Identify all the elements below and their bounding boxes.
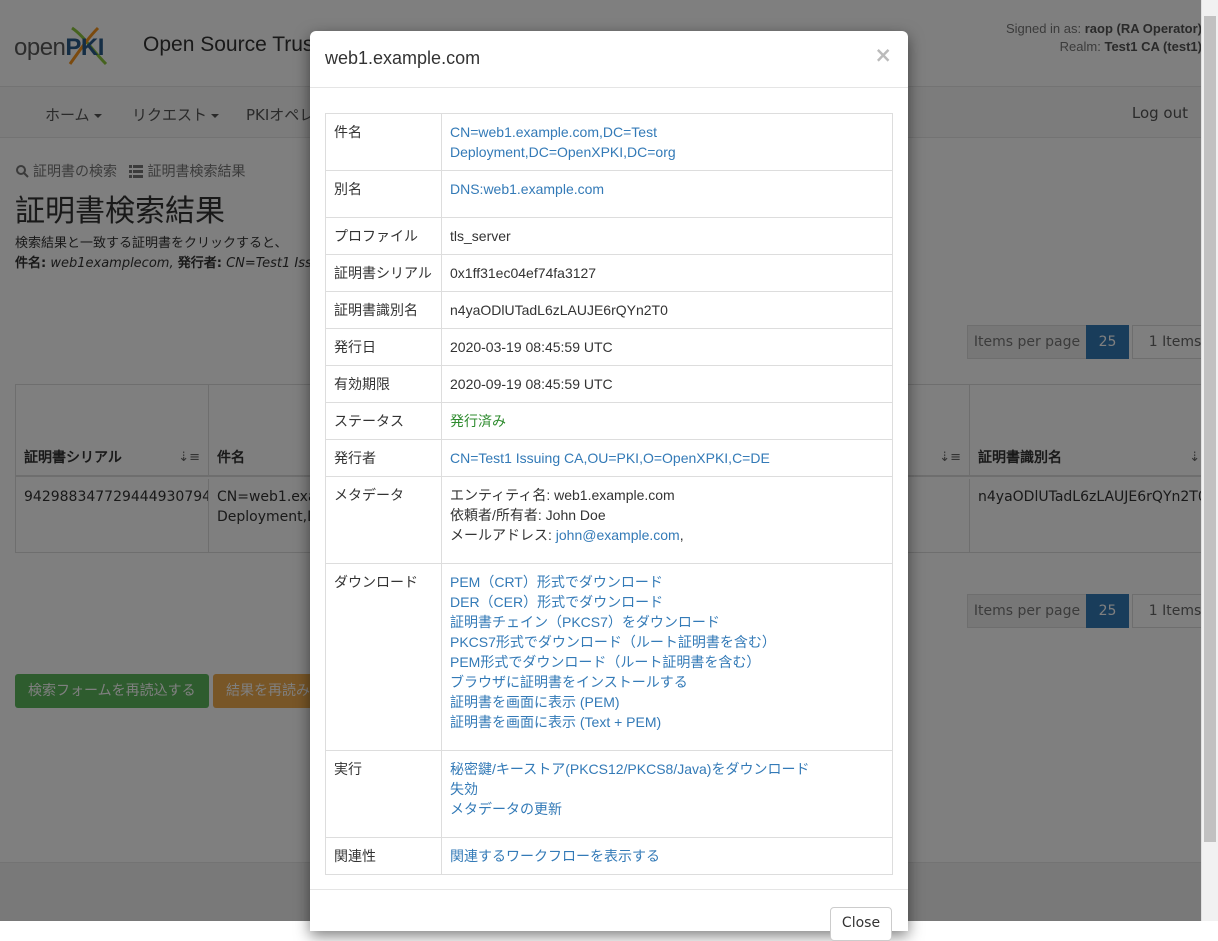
download-pem-root-link[interactable]: PEM形式でダウンロード（ルート証明書を含む） xyxy=(450,652,884,672)
row-metadata: メタデータ エンティティ名: web1.example.com 依頼者/所有者:… xyxy=(325,476,893,564)
related-workflows-link[interactable]: 関連するワークフローを表示する xyxy=(450,846,884,866)
label-profile: プロファイル xyxy=(325,217,442,255)
row-related: 関連性 関連するワークフローを表示する xyxy=(325,837,893,875)
label-actions: 実行 xyxy=(325,750,442,838)
label-status: ステータス xyxy=(325,402,442,440)
profile-value: tls_server xyxy=(441,217,893,255)
row-actions: 実行 秘密鍵/キーストア(PKCS12/PKCS8/Java)をダウンロード 失… xyxy=(325,750,893,838)
certificate-details-table: 件名 CN=web1.example.com,DC=Test Deploymen… xyxy=(325,113,893,875)
download-pkcs7-root-link[interactable]: PKCS7形式でダウンロード（ルート証明書を含む） xyxy=(450,632,884,652)
label-identifier: 証明書識別名 xyxy=(325,291,442,329)
metadata-value: エンティティ名: web1.example.com 依頼者/所有者: John … xyxy=(441,476,893,564)
label-subject: 件名 xyxy=(325,113,442,171)
row-subject: 件名 CN=web1.example.com,DC=Test Deploymen… xyxy=(325,113,893,171)
label-metadata: メタデータ xyxy=(325,476,442,564)
row-profile: プロファイル tls_server xyxy=(325,217,893,255)
serial-value: 0x1ff31ec04ef74fa3127 xyxy=(441,254,893,292)
row-issuer: 発行者 CN=Test1 Issuing CA,OU=PKI,O=OpenXPK… xyxy=(325,439,893,477)
label-notafter: 有効期限 xyxy=(325,365,442,403)
revoke-link[interactable]: 失効 xyxy=(450,779,884,799)
modal-header: web1.example.com × xyxy=(310,31,908,88)
notafter-value: 2020-09-19 08:45:59 UTC xyxy=(441,365,893,403)
page-scrollbar[interactable] xyxy=(1201,0,1218,921)
subject-link[interactable]: CN=web1.example.com,DC=Test Deployment,D… xyxy=(450,122,884,162)
scrollbar-thumb[interactable] xyxy=(1204,16,1216,842)
status-badge: 発行済み xyxy=(450,413,506,429)
modal-title: web1.example.com xyxy=(325,48,481,68)
row-identifier: 証明書識別名 n4yaODlUTadL6zLAUJE6rQYn2T0 xyxy=(325,291,893,329)
download-links: PEM（CRT）形式でダウンロード DER（CER）形式でダウンロード 証明書チ… xyxy=(441,563,893,751)
row-status: ステータス 発行済み xyxy=(325,402,893,440)
action-links: 秘密鍵/キーストア(PKCS12/PKCS8/Java)をダウンロード 失効 メ… xyxy=(441,750,893,838)
download-chain-pkcs7-link[interactable]: 証明書チェイン（PKCS7）をダウンロード xyxy=(450,612,884,632)
label-notbefore: 発行日 xyxy=(325,328,442,366)
label-download: ダウンロード xyxy=(325,563,442,751)
email-link[interactable]: john@example.com xyxy=(556,527,680,543)
label-san: 別名 xyxy=(325,170,442,218)
row-notbefore: 発行日 2020-03-19 08:45:59 UTC xyxy=(325,328,893,366)
close-button[interactable]: Close xyxy=(830,907,892,941)
issuer-link[interactable]: CN=Test1 Issuing CA,OU=PKI,O=OpenXPKI,C=… xyxy=(450,448,884,468)
row-download: ダウンロード PEM（CRT）形式でダウンロード DER（CER）形式でダウンロ… xyxy=(325,563,893,751)
modal-footer: Close xyxy=(310,889,908,941)
download-pem-link[interactable]: PEM（CRT）形式でダウンロード xyxy=(450,572,884,592)
show-text-pem-link[interactable]: 証明書を画面に表示 (Text + PEM) xyxy=(450,712,884,732)
row-san: 別名 DNS:web1.example.com xyxy=(325,170,893,218)
row-serial: 証明書シリアル 0x1ff31ec04ef74fa3127 xyxy=(325,254,893,292)
download-keystore-link[interactable]: 秘密鍵/キーストア(PKCS12/PKCS8/Java)をダウンロード xyxy=(450,759,884,779)
san-link[interactable]: DNS:web1.example.com xyxy=(450,179,884,199)
install-browser-link[interactable]: ブラウザに証明書をインストールする xyxy=(450,672,884,692)
label-related: 関連性 xyxy=(325,837,442,875)
update-metadata-link[interactable]: メタデータの更新 xyxy=(450,799,884,819)
identifier-value: n4yaODlUTadL6zLAUJE6rQYn2T0 xyxy=(441,291,893,329)
label-serial: 証明書シリアル xyxy=(325,254,442,292)
show-pem-link[interactable]: 証明書を画面に表示 (PEM) xyxy=(450,692,884,712)
certificate-modal: web1.example.com × 件名 CN=web1.example.co… xyxy=(310,31,908,941)
label-issuer: 発行者 xyxy=(325,439,442,477)
row-notafter: 有効期限 2020-09-19 08:45:59 UTC xyxy=(325,365,893,403)
notbefore-value: 2020-03-19 08:45:59 UTC xyxy=(441,328,893,366)
close-icon[interactable]: × xyxy=(874,43,892,67)
download-der-link[interactable]: DER（CER）形式でダウンロード xyxy=(450,592,884,612)
